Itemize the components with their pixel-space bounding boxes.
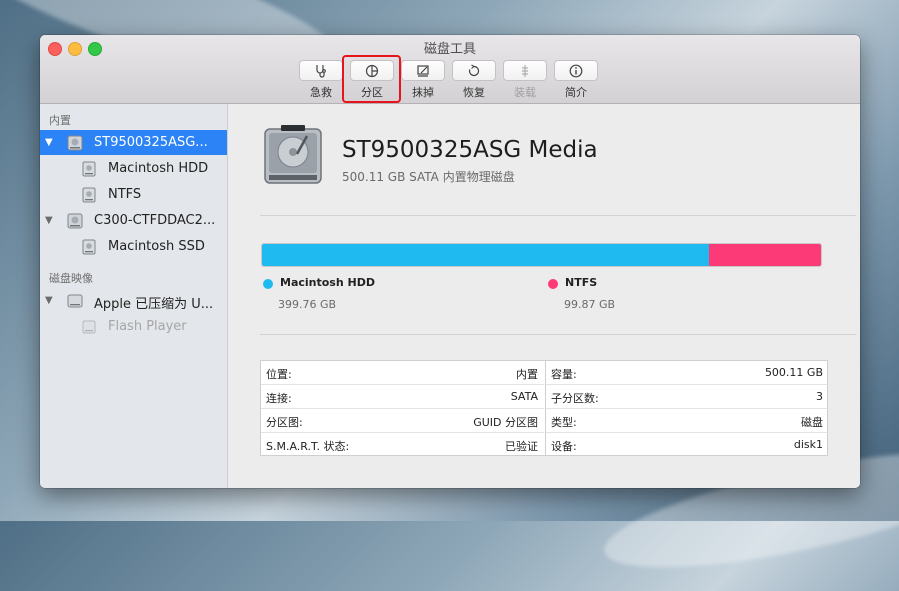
info-value: 3 — [816, 390, 823, 403]
first-aid-label: 急救 — [310, 86, 332, 99]
info-key: 容量: — [551, 368, 577, 381]
info-column-left: 位置: 内置 连接: SATA 分区图: GUID 分区图 S.M.A.R.T. 状态… — [261, 361, 544, 455]
info-row-smart-status: S.M.A.R.T. 状态: 已验证 — [261, 433, 544, 457]
hard-disk-icon — [67, 135, 83, 151]
annotation-highlight — [342, 55, 401, 103]
sidebar-item-label: Flash Player — [108, 319, 187, 334]
legend-name: Macintosh HDD — [280, 276, 375, 289]
volume-icon — [82, 187, 96, 203]
mount-icon — [522, 64, 528, 77]
info-key: 类型: — [551, 416, 577, 429]
info-row-location: 位置: 内置 — [261, 361, 544, 385]
info-value: disk1 — [793, 438, 823, 451]
sidebar-item-macintosh-ssd[interactable]: Macintosh SSD — [40, 234, 227, 259]
volume-icon — [82, 320, 96, 334]
partition-segment-ntfs[interactable] — [709, 244, 821, 266]
legend-color-dot — [263, 279, 273, 289]
volume-icon — [82, 239, 96, 255]
sidebar-item-ntfs[interactable]: NTFS — [40, 182, 227, 207]
info-key: 位置: — [266, 368, 292, 381]
sidebar-item-label: Macintosh HDD — [108, 161, 209, 176]
disk-image-icon — [67, 294, 83, 308]
legend-color-dot — [548, 279, 558, 289]
detail-pane: ST9500325ASG Media 500.11 GB SATA 内置物理磁盘… — [228, 104, 860, 488]
info-value: 500.11 GB — [764, 366, 823, 379]
stethoscope-icon — [316, 64, 326, 78]
restore-button[interactable]: 恢复 — [450, 59, 498, 101]
info-key: 连接: — [266, 392, 292, 405]
info-row-connection: 连接: SATA — [261, 385, 544, 409]
sidebar-item-label: Apple 已压缩为 U... — [94, 297, 214, 312]
internal-hard-disk-icon — [264, 125, 322, 184]
erase-icon — [417, 64, 429, 77]
info-row-capacity: 容量: 500.11 GB — [546, 361, 829, 385]
info-key: 设备: — [551, 440, 577, 453]
info-key: 子分区数: — [551, 392, 599, 405]
partition-segment-macintosh-hdd[interactable] — [262, 244, 710, 266]
info-key: 分区图: — [266, 416, 303, 429]
legend-name: NTFS — [565, 276, 598, 289]
sidebar-item-label: C300-CTFDDAC2... — [94, 213, 216, 228]
restore-icon — [468, 64, 480, 76]
sidebar-item-macintosh-hdd[interactable]: Macintosh HDD — [40, 156, 227, 181]
info-value: 磁盘 — [801, 416, 823, 429]
sidebar: 内置 ▼ ST9500325ASG... Macintosh HDD NTFS … — [40, 104, 228, 488]
info-key: S.M.A.R.T. 状态: — [266, 440, 350, 453]
sidebar-item-c300[interactable]: ▼ C300-CTFDDAC2... — [40, 208, 227, 233]
partition-usage-bar — [261, 243, 822, 267]
legend-size: 399.76 GB — [278, 298, 337, 311]
erase-button[interactable]: 抹掉 — [399, 59, 447, 101]
sidebar-item-label: NTFS — [108, 187, 142, 202]
info-value: SATA — [510, 390, 538, 403]
toolbar: 磁盘工具 急救 分区 抹掉 恢复 装载 简介 — [40, 35, 860, 104]
mount-button[interactable]: 装载 — [501, 59, 549, 101]
info-button[interactable]: 简介 — [552, 59, 600, 101]
disclosure-triangle-icon[interactable]: ▼ — [45, 295, 53, 306]
sidebar-item-apple-image[interactable]: ▼ Apple 已压缩为 U... — [40, 288, 227, 313]
info-value: 内置 — [516, 368, 538, 381]
info-icon — [569, 64, 583, 77]
info-label: 简介 — [565, 86, 587, 99]
info-value: 已验证 — [505, 440, 538, 453]
disclosure-triangle-icon[interactable]: ▼ — [45, 137, 53, 148]
info-row-type: 类型: 磁盘 — [546, 409, 829, 433]
disk-info-table: 位置: 内置 连接: SATA 分区图: GUID 分区图 S.M.A.R.T. 状态… — [260, 360, 829, 456]
mount-label: 装载 — [514, 86, 536, 99]
info-row-partition-map: 分区图: GUID 分区图 — [261, 409, 544, 433]
internal-section-header: 内置 — [49, 114, 71, 127]
legend-size: 99.87 GB — [564, 298, 616, 311]
hard-disk-icon — [67, 213, 83, 229]
disk-images-section-header: 磁盘映像 — [49, 272, 93, 285]
info-row-device: 设备: disk1 — [546, 433, 829, 457]
info-column-right: 容量: 500.11 GB 子分区数: 3 类型: 磁盘 设备: disk1 — [545, 361, 829, 455]
info-value: GUID 分区图 — [473, 416, 538, 429]
divider — [260, 215, 856, 216]
sidebar-item-label: ST9500325ASG... — [94, 135, 208, 150]
sidebar-item-label: Macintosh SSD — [108, 239, 205, 254]
erase-label: 抹掉 — [412, 86, 434, 99]
first-aid-button[interactable]: 急救 — [297, 59, 345, 101]
volume-icon — [82, 161, 96, 177]
info-row-child-count: 子分区数: 3 — [546, 385, 829, 409]
window-title: 磁盘工具 — [423, 42, 476, 57]
disk-description: 500.11 GB SATA 内置物理磁盘 — [342, 170, 515, 184]
restore-label: 恢复 — [463, 86, 485, 99]
disk-name: ST9500325ASG Media — [342, 137, 598, 163]
sidebar-item-flash-player[interactable]: Flash Player — [40, 314, 227, 339]
disclosure-triangle-icon[interactable]: ▼ — [45, 215, 53, 226]
divider — [260, 334, 856, 335]
sidebar-item-st9500325asg[interactable]: ▼ ST9500325ASG... — [40, 130, 227, 155]
disk-utility-window: 磁盘工具 急救 分区 抹掉 恢复 装载 简介 内置 ▼ ST9500325ASG… — [40, 35, 860, 488]
